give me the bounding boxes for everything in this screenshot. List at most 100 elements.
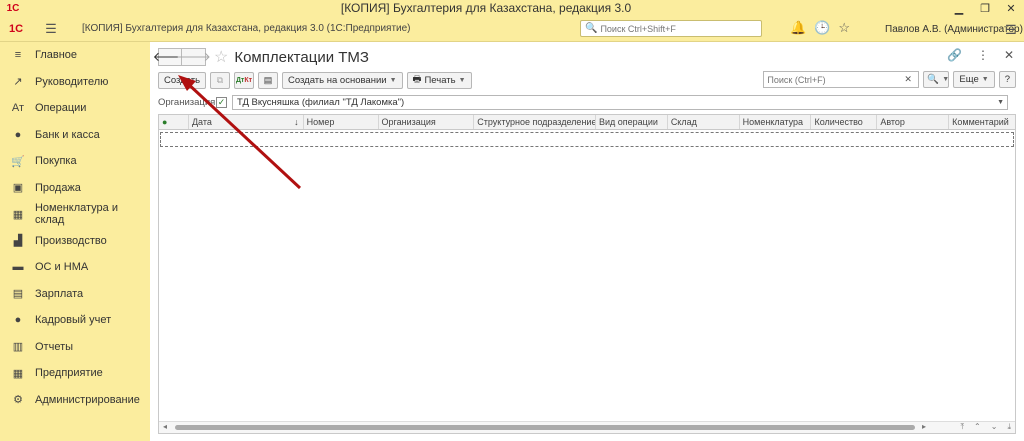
column-header-author[interactable]: Автор xyxy=(877,115,950,129)
app-logo-small: 1С xyxy=(8,22,24,35)
link-icon[interactable]: 🔗 xyxy=(947,48,962,62)
search-options-button[interactable]: 🔍 ▼ xyxy=(923,71,950,88)
wallet-icon: ▤ xyxy=(12,288,24,301)
history-icon[interactable]: 🕒 xyxy=(814,20,830,36)
sidebar-item-production[interactable]: ▟ Производство xyxy=(0,228,150,255)
chevron-down-icon: ▼ xyxy=(981,76,989,83)
people-icon: ● xyxy=(14,314,22,327)
search-tools: ✕ 🔍▼ Еще▼ ? xyxy=(763,71,1016,88)
minimize-button[interactable]: ▁ xyxy=(946,0,972,16)
close-window-button[interactable]: ✕ xyxy=(998,0,1024,16)
sidebar-item-label: Покупка xyxy=(35,155,77,168)
prev-row-icon[interactable]: ⌃ xyxy=(974,422,981,432)
sidebar-item-administration[interactable]: ⚙ Администрирование xyxy=(0,387,150,414)
form-actions: 🔗 ⋮ ✕ xyxy=(947,48,1014,62)
create-button[interactable]: Создать xyxy=(158,71,206,89)
sidebar-item-bank[interactable]: ● Банк и касса xyxy=(0,122,150,149)
sort-down-icon: ↓ xyxy=(294,117,299,127)
horizontal-scrollbar[interactable]: ◂ ▸ ⤒ ⌃ ⌄ ⤓ xyxy=(159,421,1015,433)
sidebar-item-main[interactable]: ≡ Главное xyxy=(0,42,150,69)
window-titlebar: 1С [КОПИЯ] Бухгалтерия для Казахстана, р… xyxy=(0,0,1024,16)
app-logo: 1С xyxy=(6,2,20,14)
list-search-input[interactable] xyxy=(764,74,905,85)
structure-icon[interactable]: ▤ xyxy=(258,71,278,89)
search-icon: 🔍 xyxy=(927,74,940,85)
column-header-operation-type[interactable]: Вид операции xyxy=(596,115,668,129)
column-header-comment[interactable]: Комментарий xyxy=(949,115,1015,129)
clear-icon[interactable]: ✕ xyxy=(904,74,912,85)
settings-menu-icon[interactable]: ☰ xyxy=(1005,22,1017,38)
favorite-star-icon[interactable]: ☆ xyxy=(214,47,228,67)
sidebar-item-operations[interactable]: Ат Операции xyxy=(0,95,150,122)
truck-icon: ▬ xyxy=(12,261,24,274)
app-icons: 🔔 🕒 ☆ xyxy=(790,20,850,36)
print-label: Печать xyxy=(424,74,456,86)
dt-kt-icon[interactable]: Дт Кт xyxy=(234,71,254,89)
organization-label: Организация: xyxy=(158,96,218,108)
restore-button[interactable]: ❐ xyxy=(972,0,998,16)
more-vertical-icon[interactable]: ⋮ xyxy=(977,48,989,62)
scrollbar-thumb[interactable] xyxy=(175,425,915,430)
sidebar-item-reports[interactable]: ▥ Отчеты xyxy=(0,334,150,361)
column-header-quantity[interactable]: Количество xyxy=(811,115,878,129)
page-title: Комплектации ТМЗ xyxy=(234,48,369,66)
sidebar-item-label: Банк и касса xyxy=(35,128,100,141)
star-icon[interactable]: ☆ xyxy=(838,20,850,36)
scroll-right-icon[interactable]: ▸ xyxy=(922,422,926,431)
gear-icon: ⚙ xyxy=(13,394,23,407)
sidebar-item-label: Продажа xyxy=(35,181,81,194)
printer-icon: 🖶 xyxy=(412,74,422,85)
sidebar-item-label: Предприятие xyxy=(35,367,103,380)
close-form-icon[interactable]: ✕ xyxy=(1004,48,1014,62)
column-header-nomenclature[interactable]: Номенклатура xyxy=(740,115,812,129)
bag-icon: ▣ xyxy=(12,182,24,195)
sidebar-item-label: Зарплата xyxy=(35,287,84,300)
trend-icon: ↗ xyxy=(13,76,23,89)
list-search[interactable]: ✕ xyxy=(763,71,920,88)
table-row[interactable] xyxy=(160,132,1014,147)
sidebar-item-salary[interactable]: ▤ Зарплата xyxy=(0,281,150,308)
sidebar-item-purchase[interactable]: 🛒 Покупка xyxy=(0,148,150,175)
organization-value: ТД Вкусняшка (филиал "ТД Лакомка") xyxy=(237,96,405,108)
global-search-input[interactable] xyxy=(600,23,751,34)
column-header-date[interactable]: Дата ↓ xyxy=(189,115,304,129)
print-button[interactable]: 🖶 Печать ▼ xyxy=(406,71,472,89)
bell-icon[interactable]: 🔔 xyxy=(790,20,806,36)
column-header-number[interactable]: Номер xyxy=(304,115,379,129)
global-search[interactable]: 🔍 xyxy=(580,20,762,37)
organization-field[interactable]: ТД Вкусняшка (филиал "ТД Лакомка") ▼ xyxy=(232,94,1008,110)
organization-checkbox[interactable]: ✓ xyxy=(216,96,227,108)
last-row-icon[interactable]: ⤓ xyxy=(1007,422,1011,432)
sidebar-item-manager[interactable]: ↗ Руководителю xyxy=(0,69,150,96)
chart-icon: ▥ xyxy=(12,341,24,354)
column-header-department[interactable]: Структурное подразделение xyxy=(474,115,596,129)
documents-table: ● Дата ↓ Номер Организация Структурное по… xyxy=(158,114,1016,434)
row-navigation: ⤒ ⌃ ⌄ ⤓ xyxy=(961,422,1012,432)
forward-button[interactable]: 🡒 xyxy=(176,48,211,66)
sidebar-item-enterprise[interactable]: ▦ Предприятие xyxy=(0,360,150,387)
first-row-icon[interactable]: ⤒ xyxy=(961,422,965,432)
sidebar-item-hr[interactable]: ● Кадровый учет xyxy=(0,307,150,334)
sidebar-item-label: Кадровый учет xyxy=(35,314,112,327)
scroll-left-icon[interactable]: ◂ xyxy=(163,422,167,431)
copy-icon[interactable]: ⧉ xyxy=(210,71,230,89)
sidebar-item-sales[interactable]: ▣ Продажа xyxy=(0,175,150,202)
more-button[interactable]: Еще ▼ xyxy=(953,71,995,88)
sidebar-item-nomenclature[interactable]: ▦ Номенклатура и склад xyxy=(0,201,150,228)
user-name[interactable]: Павлов А.В. (Администратор) xyxy=(885,24,1023,35)
factory-icon: ▟ xyxy=(13,235,23,248)
sidebar-item-fixed-assets[interactable]: ▬ ОС и НМА xyxy=(0,254,150,281)
chevron-down-icon[interactable]: ▼ xyxy=(997,96,1004,109)
warehouse-icon: ▦ xyxy=(12,208,24,221)
chevron-down-icon: ▼ xyxy=(389,76,397,84)
column-header-organization[interactable]: Организация xyxy=(379,115,475,129)
create-based-on-label: Создать на основании xyxy=(288,74,387,86)
form-header: 🡐 🡒 ☆ Комплектации ТМЗ xyxy=(153,47,369,67)
column-header-warehouse[interactable]: Склад xyxy=(668,115,740,129)
help-button[interactable]: ? xyxy=(998,71,1016,88)
column-header-status[interactable]: ● xyxy=(159,115,189,129)
window-title: [КОПИЯ] Бухгалтерия для Казахстана, реда… xyxy=(340,1,632,15)
create-based-on-button[interactable]: Создать на основании ▼ xyxy=(282,71,403,89)
next-row-icon[interactable]: ⌄ xyxy=(991,422,998,432)
main-menu-icon[interactable]: ☰ xyxy=(42,21,60,37)
